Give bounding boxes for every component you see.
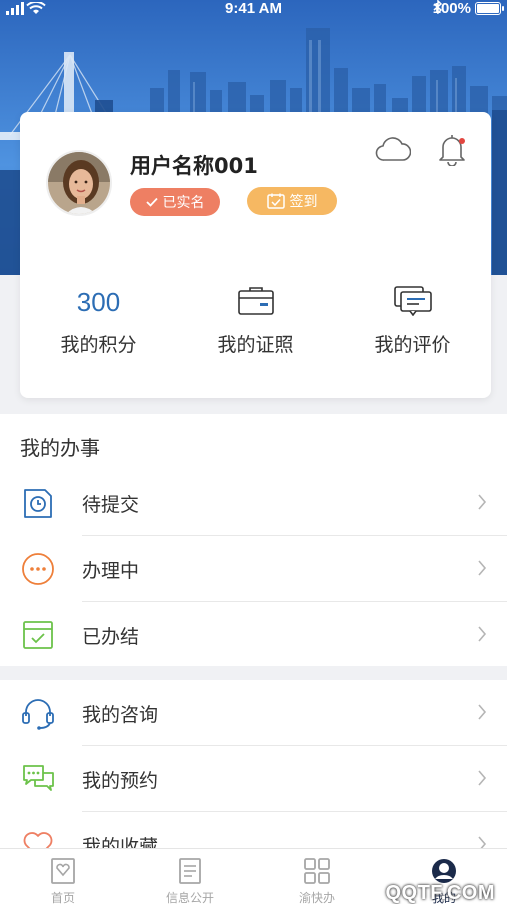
- verified-badge[interactable]: 已实名: [130, 188, 220, 216]
- bell-icon: [439, 135, 465, 167]
- avatar-photo: [48, 152, 110, 214]
- username: 用户名称001: [130, 154, 258, 178]
- notification-button[interactable]: [436, 132, 468, 167]
- list-item-in-progress[interactable]: 办理中: [0, 536, 507, 602]
- chevron-right-icon: [478, 494, 487, 510]
- checkin-label: 签到: [289, 194, 318, 210]
- stat-reviews[interactable]: 我的评价: [334, 284, 491, 364]
- list-item-pending-submit[interactable]: 待提交: [0, 470, 507, 536]
- reviews-label: 我的评价: [374, 334, 451, 356]
- status-right: 100%: [433, 0, 504, 17]
- points-label: 我的积分: [60, 334, 137, 356]
- clock-document-icon: [21, 486, 55, 520]
- list-item-appointment[interactable]: 我的预约: [0, 746, 507, 812]
- tab-info-disclosure[interactable]: 信息公开: [127, 857, 253, 904]
- document-icon: [127, 857, 253, 887]
- verified-label: 已实名: [162, 195, 205, 211]
- in-progress-label: 办理中: [82, 560, 140, 582]
- chat-bubbles-icon: [21, 762, 55, 796]
- profile-card: 用户名称001 已实名 签到 300 我的积分 我的证照 我的评价: [20, 112, 491, 398]
- list-item-consultation[interactable]: 我的咨询: [0, 680, 507, 746]
- chevron-right-icon: [478, 560, 487, 576]
- calendar-check-icon: [266, 193, 285, 209]
- headset-icon: [21, 696, 55, 730]
- list-item-favorites[interactable]: 我的收藏: [0, 812, 507, 850]
- pending-submit-label: 待提交: [82, 494, 140, 516]
- chevron-right-icon: [478, 626, 487, 642]
- chevron-right-icon: [478, 770, 487, 786]
- watermark-text: QQTF.COM: [385, 882, 495, 904]
- ellipsis-circle-icon: [21, 552, 55, 586]
- tab-home[interactable]: 首页: [0, 857, 126, 904]
- notification-dot: [459, 138, 465, 144]
- tab-yukuaiban[interactable]: 渝快办: [254, 857, 380, 904]
- chevron-right-icon: [478, 704, 487, 720]
- review-message-icon: [334, 284, 491, 318]
- affairs-title: 我的办事: [20, 436, 100, 460]
- tab-home-label: 首页: [50, 891, 75, 904]
- list-item-completed[interactable]: 已办结: [0, 602, 507, 668]
- cloud-button[interactable]: [375, 134, 412, 164]
- appointment-label: 我的预约: [82, 770, 159, 792]
- completed-label: 已办结: [82, 626, 140, 648]
- status-bar: 9:41 AM 100%: [0, 0, 507, 20]
- licenses-label: 我的证照: [217, 334, 294, 356]
- home-icon: [0, 857, 126, 887]
- bluetooth-icon: [433, 0, 442, 14]
- battery-fill: [477, 4, 499, 13]
- services-section: 我的咨询 我的预约 我的收藏: [0, 680, 507, 850]
- grid-icon: [254, 857, 380, 887]
- cloud-icon: [375, 137, 412, 161]
- checkin-button[interactable]: 签到: [247, 187, 337, 215]
- consultation-label: 我的咨询: [82, 704, 159, 726]
- check-calendar-icon: [21, 618, 55, 652]
- stat-points[interactable]: 300 我的积分: [20, 284, 177, 364]
- avatar[interactable]: [46, 150, 112, 216]
- affairs-section: 我的办事 待提交 办理中 已办结: [0, 414, 507, 666]
- battery-icon: [475, 2, 504, 15]
- heart-icon: [21, 828, 55, 850]
- tab-info-label: 信息公开: [165, 891, 214, 904]
- license-card-icon: [177, 284, 334, 318]
- tab-yukuaiban-label: 渝快办: [298, 891, 335, 904]
- stat-licenses[interactable]: 我的证照: [177, 284, 334, 364]
- check-icon: [145, 197, 158, 207]
- status-time: 9:41 AM: [225, 0, 282, 17]
- points-value: 300: [76, 287, 121, 317]
